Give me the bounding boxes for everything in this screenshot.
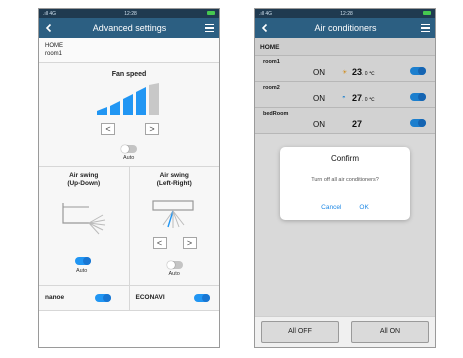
swing-ud-title-line2: (Up-Down): [67, 180, 101, 187]
fan-bar-4: [136, 87, 146, 115]
home-label: HOME: [45, 43, 63, 49]
air-swing-section: Air swing (Up-Down) Auto Air swing (Left…: [39, 167, 219, 286]
swing-lr-prev-button[interactable]: <: [152, 237, 167, 249]
swing-ud-auto-toggle[interactable]: [75, 257, 91, 265]
nanoe-toggle[interactable]: [95, 294, 111, 302]
battery-icon: [421, 11, 431, 17]
menu-icon[interactable]: [421, 24, 430, 32]
status-bar: .ıll 4G 12:28: [39, 9, 219, 18]
swing-lr-title-line1: Air swing: [159, 172, 189, 179]
fan-speed-title: Fan speed: [111, 71, 147, 78]
dialog-title: Confirm: [330, 154, 359, 163]
swing-lr-title-line2: (Left-Right): [156, 180, 192, 187]
fan-auto-toggle[interactable]: [121, 145, 137, 153]
swing-ud-title: Air swing (Up-Down): [39, 172, 129, 188]
fan-speed-prev-button[interactable]: <: [101, 123, 115, 135]
swing-lr-auto-toggle[interactable]: [166, 261, 183, 269]
fan-bar-3: [123, 94, 133, 115]
fan-bar-2: [110, 101, 120, 115]
confirm-dialog: Confirm Turn off all air conditioners? C…: [280, 147, 410, 220]
dialog-buttons: Cancel OK: [280, 204, 410, 211]
location-info: HOME room1: [39, 38, 219, 63]
fan-bar-5: [149, 83, 159, 115]
status-bar: .ıll 4G 12:28: [255, 9, 435, 18]
swing-ud-title-line1: Air swing: [69, 172, 99, 179]
room-label: room1: [45, 51, 63, 57]
swing-ud-auto-label: Auto: [76, 268, 88, 274]
nanoe-cell: nanoe: [39, 286, 130, 310]
all-off-button[interactable]: All OFF: [261, 321, 339, 343]
page-title: Advanced settings: [92, 23, 167, 33]
back-icon[interactable]: [44, 23, 54, 33]
air-swing-left-right: Air swing (Left-Right) < > Auto: [130, 167, 220, 285]
swing-lr-auto-label: Auto: [168, 271, 180, 277]
menu-icon[interactable]: [204, 24, 214, 32]
econavi-toggle[interactable]: [193, 294, 210, 302]
battery-icon: [205, 11, 215, 17]
swing-lr-next-button[interactable]: >: [182, 237, 197, 249]
fan-speed-section: Fan speed < > Auto: [39, 63, 219, 167]
ok-button[interactable]: OK: [359, 204, 368, 211]
advanced-settings-screen: .ıll 4G 12:28 Advanced settings HOME roo…: [38, 8, 220, 348]
air-swing-up-down: Air swing (Up-Down) Auto: [39, 167, 130, 285]
clock: 12:28: [340, 10, 353, 17]
back-icon[interactable]: [260, 23, 270, 33]
clock: 12:28: [124, 10, 137, 17]
bottom-button-bar: All OFF All ON: [255, 316, 435, 347]
econavi-label: ECONAVI: [135, 294, 165, 301]
swing-up-down-icon: [62, 203, 106, 235]
nav-bar: Advanced settings: [39, 18, 219, 38]
swing-lr-title: Air swing (Left-Right): [130, 172, 220, 188]
extra-functions-row: nanoe ECONAVI: [39, 286, 219, 311]
fan-speed-level-bars[interactable]: [89, 83, 169, 115]
nanoe-label: nanoe: [45, 294, 65, 301]
fan-auto-label: Auto: [123, 155, 135, 161]
all-on-button[interactable]: All ON: [351, 321, 429, 343]
page-title: Air conditioners: [314, 23, 377, 33]
fan-bar-1: [97, 107, 107, 115]
fan-speed-next-button[interactable]: >: [145, 123, 159, 135]
cancel-button[interactable]: Cancel: [321, 204, 341, 211]
nav-bar: Air conditioners: [255, 18, 435, 38]
dialog-message: Turn off all air conditioners?: [311, 177, 379, 183]
econavi-cell: ECONAVI: [130, 286, 220, 310]
air-conditioners-screen: .ıll 4G 12:28 Air conditioners HOME room…: [254, 8, 436, 348]
signal-indicator: .ıll 4G: [259, 10, 273, 17]
signal-indicator: .ıll 4G: [43, 10, 57, 17]
swing-left-right-icon: [151, 200, 194, 228]
